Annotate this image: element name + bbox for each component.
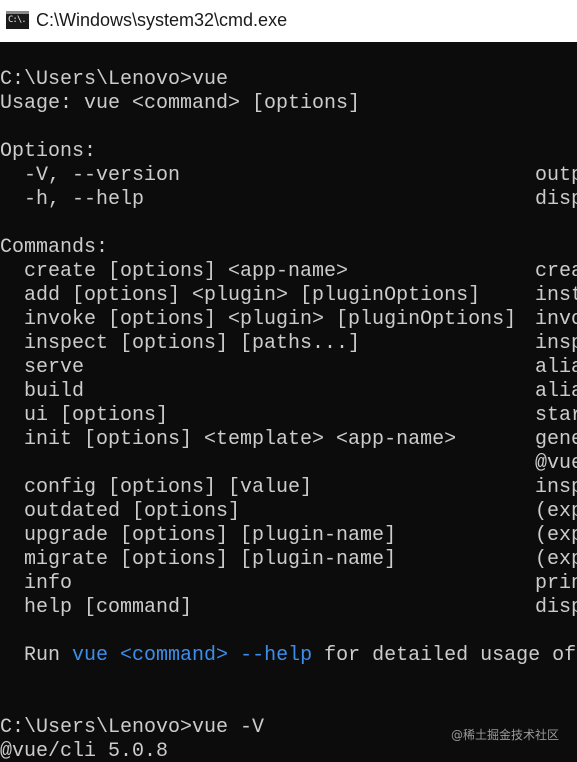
run-hint-prefix: Run: [0, 644, 73, 667]
option-desc: outp: [535, 164, 577, 187]
command-desc: crea: [535, 260, 577, 283]
command-desc: insp: [535, 476, 577, 499]
command-name: ui [options]: [0, 404, 169, 427]
option-desc: disp: [535, 188, 577, 211]
console-icon-label: C:\.: [8, 15, 27, 25]
command-desc: inst: [535, 284, 577, 307]
command-name: migrate [options] [plugin-name]: [0, 548, 397, 571]
usage-line: Usage: vue <command> [options]: [0, 92, 361, 115]
version-output: @vue/cli 5.0.8: [0, 740, 169, 762]
command-desc: disp: [535, 596, 577, 619]
command-desc: alia: [535, 356, 577, 379]
command-desc: (exp: [535, 500, 577, 523]
option-flag: -h, --help: [0, 188, 145, 211]
command-name: add [options] <plugin> [pluginOptions]: [0, 284, 481, 307]
command-name: upgrade [options] [plugin-name]: [0, 524, 397, 547]
options-header: Options:: [0, 140, 97, 163]
run-hint-line: Run vue <command> --help for detailed us…: [0, 644, 576, 668]
command-desc: gene: [535, 428, 577, 451]
window-title: C:\Windows\system32\cmd.exe: [36, 10, 288, 30]
command-desc: @vue: [535, 452, 577, 475]
command-name: inspect [options] [paths...]: [0, 332, 361, 355]
run-hint-vue: vue: [72, 644, 109, 667]
command-name: serve: [0, 356, 85, 379]
command-desc: alia: [535, 380, 577, 403]
command-name: outdated [options]: [0, 500, 241, 523]
command-name: invoke [options] <plugin> [pluginOptions…: [0, 308, 517, 331]
option-flag: -V, --version: [0, 164, 181, 187]
command-desc: star: [535, 404, 577, 427]
cmd-window: C:\. C:\Windows\system32\cmd.exe C:\User…: [0, 0, 577, 762]
command-name: config [options] [value]: [0, 476, 313, 499]
run-hint-suffix: for detailed usage of: [312, 644, 577, 667]
prompt-line: C:\Users\Lenovo>vue -V: [0, 716, 265, 739]
command-name: help [command]: [0, 596, 193, 619]
run-hint-help: --help: [228, 644, 313, 667]
command-name: init [options] <template> <app-name>: [0, 428, 457, 451]
command-desc: invo: [535, 308, 577, 331]
title-bar[interactable]: C:\. C:\Windows\system32\cmd.exe: [0, 0, 577, 42]
command-desc: prin: [535, 572, 577, 595]
command-name: build: [0, 380, 85, 403]
watermark: @稀土掘金技术社区: [450, 728, 559, 742]
command-desc: (exp: [535, 548, 577, 571]
run-hint-command: <command>: [108, 644, 229, 667]
command-desc: insp: [535, 332, 577, 355]
prompt-line: C:\Users\Lenovo>vue: [0, 68, 229, 91]
command-name: info: [0, 572, 73, 595]
commands-header: Commands:: [0, 236, 109, 259]
console-icon: C:\.: [6, 11, 29, 29]
console-output[interactable]: C:\Users\Lenovo>vue Usage: vue <command>…: [0, 42, 577, 762]
command-name: create [options] <app-name>: [0, 260, 349, 283]
command-desc: (exp: [535, 524, 577, 547]
